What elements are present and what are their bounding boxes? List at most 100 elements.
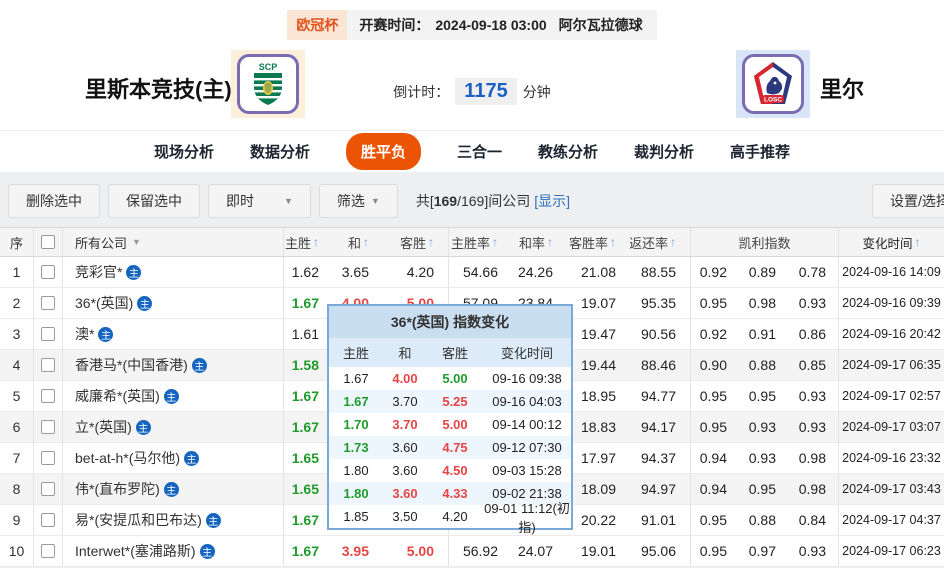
change-time: 2024-09-17 03:07: [838, 412, 944, 442]
change-time: 2024-09-17 06:35: [838, 350, 944, 380]
company-cell[interactable]: 香港马*(中国香港)主: [62, 350, 283, 380]
rate-value: 88.46: [630, 350, 690, 380]
tab-数据分析[interactable]: 数据分析: [250, 141, 310, 162]
col-draw-rate[interactable]: 和率↑: [512, 228, 567, 256]
row-index: 8: [0, 474, 33, 504]
kelly-value: 0.88: [739, 505, 788, 535]
company-cell[interactable]: Interwet*(塞浦路斯)主: [62, 536, 283, 566]
popup-home-odds: 1.67: [329, 371, 383, 386]
change-time: 2024-09-16 09:39: [838, 288, 944, 318]
col-select[interactable]: [33, 228, 62, 256]
tab-高手推荐[interactable]: 高手推荐: [730, 141, 790, 162]
col-home-rate[interactable]: 主胜率↑: [448, 228, 512, 256]
kelly-value: 0.94: [690, 443, 739, 473]
col-away-odds[interactable]: 客胜↑: [383, 228, 448, 256]
popup-draw-odds: 3.60: [383, 463, 427, 478]
col-away-odds-label: 客胜: [400, 233, 426, 252]
row-checkbox[interactable]: [41, 358, 55, 372]
tab-裁判分析[interactable]: 裁判分析: [634, 141, 694, 162]
col-draw-odds[interactable]: 和↑: [333, 228, 383, 256]
row-checkbox[interactable]: [41, 451, 55, 465]
kelly-value: 0.95: [690, 505, 739, 535]
rate-value: 56.92: [448, 536, 512, 566]
kelly-value: 0.89: [739, 257, 788, 287]
venue: 阿尔瓦拉德球: [551, 10, 657, 40]
chevron-down-icon: ▼: [284, 185, 293, 217]
company-cell[interactable]: 威廉希*(英国)主: [62, 381, 283, 411]
popup-row: 1.853.504.2009-01 11:12(初指): [329, 505, 571, 528]
rate-value: 95.35: [630, 288, 690, 318]
popup-draw-odds: 3.70: [383, 417, 427, 432]
row-index: 10: [0, 536, 33, 566]
company-cell[interactable]: 36*(英国)主: [62, 288, 283, 318]
kelly-value: 0.95: [690, 381, 739, 411]
company-cell[interactable]: 澳*主: [62, 319, 283, 349]
kelly-value: 0.88: [739, 350, 788, 380]
home-flag-icon: 主: [200, 544, 215, 559]
company-cell[interactable]: 伟*(直布罗陀)主: [62, 474, 283, 504]
sort-down-icon: ▼: [132, 237, 141, 247]
row-checkbox[interactable]: [41, 296, 55, 310]
row-checkbox[interactable]: [41, 544, 55, 558]
col-index: 序: [0, 228, 33, 256]
kelly-value: 0.86: [788, 319, 838, 349]
popup-home-odds: 1.80: [329, 486, 383, 501]
keep-selected-button[interactable]: 保留选中: [108, 184, 200, 218]
rate-value: 20.22: [567, 505, 630, 535]
col-change-time[interactable]: 变化时间↑: [838, 228, 944, 256]
filter-dropdown[interactable]: 筛选 ▼: [319, 184, 398, 218]
row-checkbox[interactable]: [41, 265, 55, 279]
home-flag-icon: 主: [206, 513, 221, 528]
rate-value: 94.77: [630, 381, 690, 411]
popup-home-odds: 1.70: [329, 417, 383, 432]
home-flag-icon: 主: [192, 358, 207, 373]
company-cell[interactable]: 竞彩官*主: [62, 257, 283, 287]
popup-away-odds: 4.20: [427, 509, 483, 524]
row-checkbox[interactable]: [41, 513, 55, 527]
kelly-value: 0.92: [690, 319, 739, 349]
kelly-value: 0.97: [739, 536, 788, 566]
home-odds: 1.58: [283, 350, 333, 380]
select-all-checkbox[interactable]: [41, 235, 55, 249]
row-index: 1: [0, 257, 33, 287]
company-cell[interactable]: 易*(安提瓜和巴布达) 主: [62, 505, 283, 535]
col-home-odds[interactable]: 主胜↑: [283, 228, 333, 256]
col-return-rate[interactable]: 返还率↑: [630, 228, 690, 256]
rate-value: 18.09: [567, 474, 630, 504]
col-away-rate[interactable]: 客胜率↑: [567, 228, 630, 256]
popup-away-odds: 4.33: [427, 486, 483, 501]
tab-现场分析[interactable]: 现场分析: [154, 141, 214, 162]
show-link[interactable]: [显示]: [534, 193, 570, 209]
popup-change-time: 09-14 00:12: [483, 417, 571, 432]
delete-selected-button[interactable]: 删除选中: [8, 184, 100, 218]
table-header-row: 序所有公司▼主胜↑和↑客胜↑主胜率↑和率↑客胜率↑返还率↑凯利指数变化时间↑: [0, 227, 944, 257]
popup-home-odds: 1.67: [329, 394, 383, 409]
col-draw-rate-label: 和率: [519, 233, 545, 252]
countdown-unit: 分钟: [523, 82, 551, 102]
popup-draw-odds: 4.00: [383, 371, 427, 386]
row-index: 5: [0, 381, 33, 411]
col-home-odds-label: 主胜: [285, 233, 311, 252]
popup-col-4: 变化时间: [483, 343, 571, 362]
tab-三合一[interactable]: 三合一: [457, 141, 502, 162]
row-checkbox[interactable]: [41, 482, 55, 496]
rate-value: 18.95: [567, 381, 630, 411]
time-filter-dropdown[interactable]: 即时 ▼: [208, 184, 311, 218]
row-checkbox[interactable]: [41, 327, 55, 341]
tab-教练分析[interactable]: 教练分析: [538, 141, 598, 162]
company-cell[interactable]: 立*(英国)主: [62, 412, 283, 442]
row-checkbox[interactable]: [41, 420, 55, 434]
popup-change-time: 09-16 09:38: [483, 371, 571, 386]
home-odds: 1.65: [283, 474, 333, 504]
home-odds: 1.67: [283, 505, 333, 535]
row-checkbox[interactable]: [41, 389, 55, 403]
tab-胜平负[interactable]: 胜平负: [346, 133, 421, 170]
sort-asc-icon: ↑: [428, 235, 434, 249]
company-name: 易*(安提瓜和巴布达): [75, 510, 202, 530]
settings-button[interactable]: 设置/选择: [872, 184, 944, 218]
kelly-value: 0.93: [788, 412, 838, 442]
col-away-rate-label: 客胜率: [569, 233, 608, 252]
popup-away-odds: 4.75: [427, 440, 483, 455]
company-cell[interactable]: bet-at-h*(马尔他)主: [62, 443, 283, 473]
col-company[interactable]: 所有公司▼: [62, 228, 283, 256]
